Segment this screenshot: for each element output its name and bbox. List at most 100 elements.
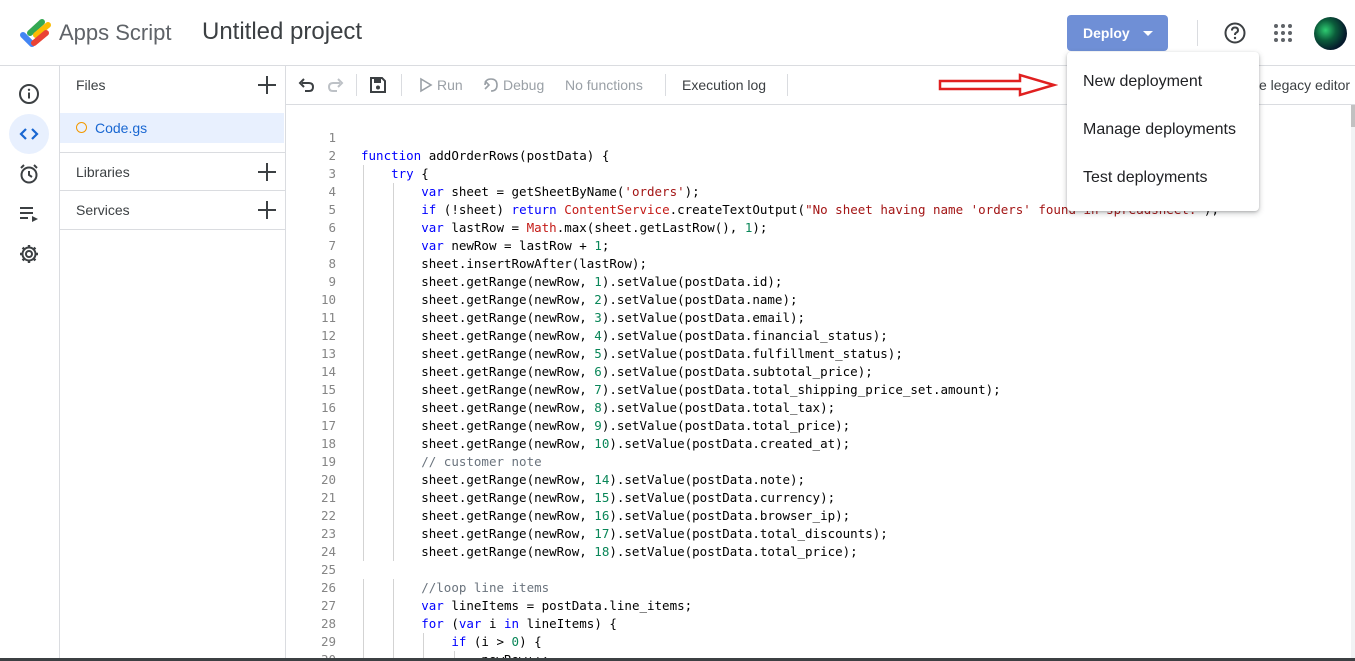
- manage-deployments-item[interactable]: Manage deployments: [1067, 106, 1259, 154]
- indent-guide: [393, 345, 395, 363]
- indent-guide: [363, 471, 364, 489]
- execution-log-button[interactable]: Execution log: [682, 77, 766, 93]
- deploy-button[interactable]: Deploy: [1067, 15, 1168, 51]
- code-text: var sheet = getSheetByName('orders');: [421, 184, 700, 199]
- code-line[interactable]: 13 sheet.getRange(newRow, 5).setValue(po…: [286, 345, 1351, 363]
- indent-guide: [393, 543, 395, 561]
- code-icon: [19, 128, 39, 140]
- code-line[interactable]: 8 sheet.insertRowAfter(lastRow);: [286, 255, 1351, 273]
- code-line[interactable]: 18 sheet.getRange(newRow, 10).setValue(p…: [286, 435, 1351, 453]
- services-section: Services: [60, 191, 286, 230]
- code-line[interactable]: 23 sheet.getRange(newRow, 17).setValue(p…: [286, 525, 1351, 543]
- add-file-icon[interactable]: [258, 76, 276, 94]
- code-line[interactable]: 6 var lastRow = Math.max(sheet.getLastRo…: [286, 219, 1351, 237]
- code-line[interactable]: 12 sheet.getRange(newRow, 4).setValue(po…: [286, 327, 1351, 345]
- code-line[interactable]: 29 if (i > 0) {: [286, 633, 1351, 651]
- apps-script-logo-icon[interactable]: [20, 17, 53, 47]
- indent-guide: [393, 615, 395, 633]
- code-text: sheet.getRange(newRow, 9).setValue(postD…: [361, 418, 851, 433]
- file-item-code-gs[interactable]: Code.gs: [60, 113, 284, 143]
- save-icon[interactable]: [369, 76, 387, 94]
- line-number: 28: [320, 616, 336, 631]
- debug-button[interactable]: Debug: [503, 77, 544, 93]
- line-number: 17: [320, 418, 336, 433]
- indent-guide: [393, 273, 395, 291]
- code-line[interactable]: 26 //loop line items: [286, 579, 1351, 597]
- project-title[interactable]: Untitled project: [202, 18, 362, 46]
- toolbar-divider: [787, 74, 788, 96]
- code-text: function addOrderRows(postData) {: [361, 148, 610, 163]
- alarm-clock-icon: [20, 164, 38, 184]
- info-icon: [19, 84, 39, 104]
- indent-guide: [363, 381, 364, 399]
- undo-icon[interactable]: [298, 76, 316, 94]
- chevron-down-icon: [1143, 30, 1153, 36]
- code-line[interactable]: 11 sheet.getRange(newRow, 3).setValue(po…: [286, 309, 1351, 327]
- line-number: 2: [328, 148, 336, 163]
- indent-guide: [393, 363, 395, 381]
- deploy-button-label: Deploy: [1083, 25, 1130, 41]
- code-text: sheet.getRange(newRow, 8).setValue(postD…: [361, 400, 836, 415]
- code-line[interactable]: 17 sheet.getRange(newRow, 9).setValue(po…: [286, 417, 1351, 435]
- redo-icon[interactable]: [326, 76, 344, 94]
- file-name: Code.gs: [95, 120, 148, 136]
- code-line[interactable]: 16 sheet.getRange(newRow, 8).setValue(po…: [286, 399, 1351, 417]
- triggers-button[interactable]: [9, 154, 49, 194]
- code-line[interactable]: 10 sheet.getRange(newRow, 2).setValue(po…: [286, 291, 1351, 309]
- scrollbar-thumb[interactable]: [1351, 105, 1355, 127]
- code-text: sheet.insertRowAfter(lastRow);: [361, 256, 647, 271]
- code-line[interactable]: 30 newRow++;: [286, 651, 1351, 658]
- indent-guide: [363, 327, 364, 345]
- code-line[interactable]: 27 var lineItems = postData.line_items;: [286, 597, 1351, 615]
- function-select[interactable]: No functions: [565, 77, 643, 93]
- google-apps-icon[interactable]: [1273, 23, 1293, 43]
- editor-button[interactable]: [9, 114, 49, 154]
- code-line[interactable]: 25: [286, 561, 1351, 579]
- code-line[interactable]: 15 sheet.getRange(newRow, 7).setValue(po…: [286, 381, 1351, 399]
- code-line[interactable]: 20 sheet.getRange(newRow, 14).setValue(p…: [286, 471, 1351, 489]
- run-button[interactable]: Run: [437, 77, 463, 93]
- code-line[interactable]: 19 // customer note: [286, 453, 1351, 471]
- code-line[interactable]: 22 sheet.getRange(newRow, 16).setValue(p…: [286, 507, 1351, 525]
- indent-guide: [363, 597, 364, 615]
- new-deployment-item[interactable]: New deployment: [1067, 58, 1259, 106]
- indent-guide: [393, 309, 395, 327]
- code-text: sheet.getRange(newRow, 6).setValue(postD…: [361, 364, 873, 379]
- code-line[interactable]: 24 sheet.getRange(newRow, 18).setValue(p…: [286, 543, 1351, 561]
- code-line[interactable]: 9 sheet.getRange(newRow, 1).setValue(pos…: [286, 273, 1351, 291]
- line-number: 24: [320, 544, 336, 559]
- indent-guide: [393, 399, 395, 417]
- indent-guide: [393, 291, 395, 309]
- help-icon[interactable]: [1224, 22, 1246, 44]
- line-number: 27: [320, 598, 336, 613]
- indent-guide: [393, 651, 395, 658]
- code-text: sheet.getRange(newRow, 17).setValue(post…: [361, 526, 888, 541]
- indent-guide: [363, 237, 364, 255]
- line-number: 22: [320, 508, 336, 523]
- executions-button[interactable]: [9, 194, 49, 234]
- code-text: // customer note: [421, 454, 542, 469]
- code-line[interactable]: 21 sheet.getRange(newRow, 15).setValue(p…: [286, 489, 1351, 507]
- code-text: var newRow = lastRow + 1;: [421, 238, 610, 253]
- annotation-arrow-icon: [938, 73, 1058, 97]
- indent-guide: [363, 651, 364, 658]
- code-line[interactable]: 14 sheet.getRange(newRow, 6).setValue(po…: [286, 363, 1351, 381]
- services-label: Services: [76, 202, 130, 218]
- add-library-icon[interactable]: [258, 163, 276, 181]
- avatar[interactable]: [1314, 17, 1347, 50]
- gear-icon: [20, 245, 38, 263]
- code-line[interactable]: 28 for (var i in lineItems) {: [286, 615, 1351, 633]
- line-number: 21: [320, 490, 336, 505]
- indent-guide: [393, 579, 395, 597]
- settings-button[interactable]: [9, 234, 49, 274]
- code-line[interactable]: 7 var newRow = lastRow + 1;: [286, 237, 1351, 255]
- code-text: for (var i in lineItems) {: [421, 616, 617, 631]
- indent-guide: [363, 453, 364, 471]
- overview-button[interactable]: [9, 74, 49, 114]
- line-number: 12: [320, 328, 336, 343]
- indent-guide: [363, 255, 364, 273]
- add-service-icon[interactable]: [258, 201, 276, 219]
- use-legacy-editor-button[interactable]: e legacy editor: [1259, 77, 1350, 93]
- editor-scrollbar[interactable]: [1351, 105, 1355, 658]
- test-deployments-item[interactable]: Test deployments: [1067, 154, 1259, 202]
